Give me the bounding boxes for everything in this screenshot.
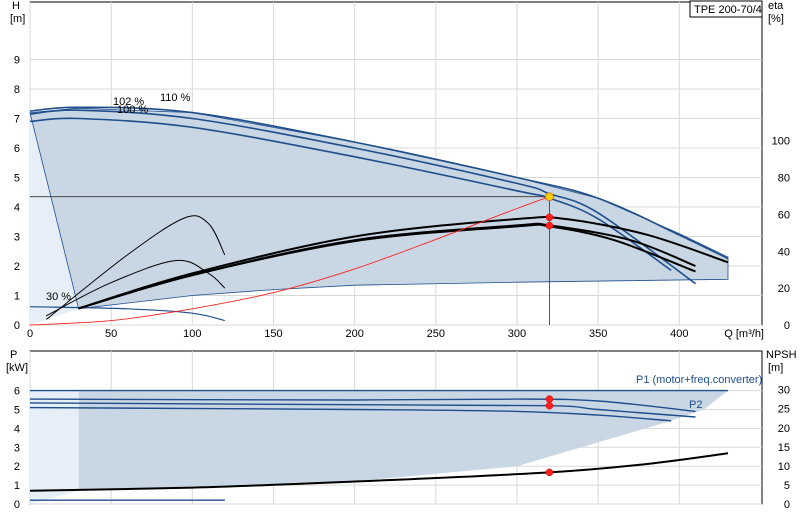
model-label: TPE 200-70/4 (694, 4, 762, 16)
y-tick-label: 3 (14, 442, 20, 454)
duty-point (545, 192, 554, 202)
x-tick-label: 100 (183, 328, 201, 340)
x-tick-label: 0 (27, 328, 33, 340)
operating-point (545, 213, 554, 222)
y-tick-label: 9 (14, 55, 20, 67)
y2-tick-label: 100 (772, 136, 790, 148)
y-tick-label: 4 (14, 202, 20, 214)
y-tick-label: 1 (14, 480, 20, 492)
y-axis-label: P (10, 349, 17, 361)
y2-axis-label: NPSH (766, 349, 797, 361)
y-axis-unit: [kW] (6, 362, 28, 374)
y-tick-label: 5 (14, 404, 20, 416)
x-tick-label: 50 (105, 328, 117, 340)
x-tick-label: 250 (427, 328, 445, 340)
curve-annotation: 110 % (160, 92, 191, 104)
operating-point (545, 221, 554, 230)
y-tick-label: 2 (14, 261, 20, 273)
y-tick-label: 7 (14, 114, 20, 126)
y2-tick-label: 0 (784, 320, 790, 332)
x-axis-label: Q [m³/h] (724, 328, 764, 340)
y-axis-label: H (12, 0, 20, 12)
y2-tick-label: 15 (778, 442, 790, 454)
x-tick-label: 300 (508, 328, 526, 340)
series-label-p1: P1 (motor+freq.converter) (636, 374, 762, 386)
y-tick-label: 3 (14, 232, 20, 244)
y2-tick-label: 60 (778, 209, 790, 221)
y-tick-label: 4 (14, 423, 20, 435)
y2-tick-label: 0 (784, 499, 790, 511)
operating-point (545, 395, 554, 403)
y2-tick-label: 5 (784, 480, 790, 492)
y2-tick-label: 30 (778, 385, 790, 397)
y2-tick-label: 10 (778, 461, 790, 473)
x-tick-label: 400 (670, 328, 688, 340)
y2-tick-label: 25 (778, 404, 790, 416)
y-tick-label: 0 (14, 320, 20, 332)
y2-tick-label: 20 (778, 423, 790, 435)
y-tick-label: 2 (14, 461, 20, 473)
operating-point (545, 468, 554, 477)
curve-annotation: 30 % (46, 291, 71, 303)
power-npsh-panel: 0 1 2 3 4 5 6 0 5 10 15 20 25 30 P[kW] NPSH[m] P1 (motor… (6, 349, 797, 511)
curve-annotation: 100 % (117, 104, 148, 116)
y-tick-label: 6 (14, 143, 20, 155)
head-eta-panel: 0 50 100 150 200 250 300 350 400 0 1 2 3 4 5 6 7 8 9 0 20 40 6… (10, 0, 790, 340)
y-tick-label: 6 (14, 386, 20, 398)
y-tick-label: 5 (14, 173, 20, 185)
y2-axis-unit: [m] (768, 362, 783, 374)
y-axis-unit: [m] (10, 13, 25, 25)
y-tick-label: 0 (14, 499, 20, 511)
y2-tick-label: 20 (778, 283, 790, 295)
y-tick-label: 8 (14, 84, 20, 96)
y2-tick-label: 80 (778, 173, 790, 185)
y2-axis-label: eta (768, 0, 784, 12)
y-tick-label: 1 (14, 291, 20, 303)
y2-axis-unit: [%] (768, 13, 784, 25)
x-tick-label: 150 (264, 328, 282, 340)
x-tick-label: 200 (345, 328, 363, 340)
y2-tick-label: 40 (778, 246, 790, 258)
x-tick-label: 350 (589, 328, 607, 340)
operating-point (545, 401, 554, 410)
pump-performance-chart: 0 50 100 150 200 250 300 350 4000123456789020406… (6, 0, 797, 511)
series-label-p2: P2 (689, 399, 702, 411)
